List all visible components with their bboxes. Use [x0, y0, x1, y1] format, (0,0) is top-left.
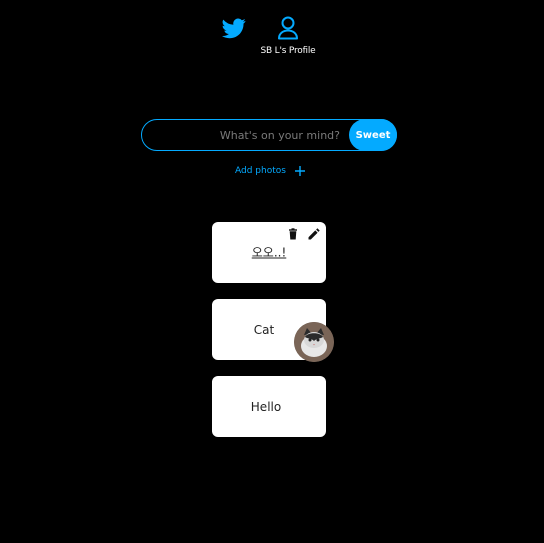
profile-label: SB L's Profile	[260, 46, 316, 56]
sweet-photo	[294, 322, 334, 362]
add-photos-label: Add photos	[235, 166, 286, 176]
twitter-bird-icon	[222, 18, 246, 39]
user-icon	[278, 16, 298, 40]
sweet-card: Hello	[212, 376, 326, 437]
sweet-composer: Sweet	[141, 119, 397, 151]
trash-icon	[289, 228, 297, 240]
sweet-text: Hello	[250, 399, 282, 414]
plus-icon	[294, 166, 305, 176]
sweet-text: 오오..!	[251, 245, 287, 259]
home-link[interactable]	[222, 16, 246, 40]
edit-button[interactable]	[308, 225, 320, 240]
profile-link[interactable]: SB L's Profile	[252, 16, 324, 56]
pencil-icon	[308, 228, 320, 240]
sweet-actions	[287, 225, 320, 240]
sweet-submit-button[interactable]: Sweet	[349, 119, 397, 151]
cat-photo-image	[294, 322, 334, 362]
top-nav: SB L's Profile	[0, 14, 544, 64]
sweet-card: Cat	[212, 299, 334, 362]
add-photos-button[interactable]: Add photos	[235, 166, 305, 176]
sweet-card: 오오..!	[212, 222, 326, 283]
delete-button[interactable]	[287, 225, 299, 240]
